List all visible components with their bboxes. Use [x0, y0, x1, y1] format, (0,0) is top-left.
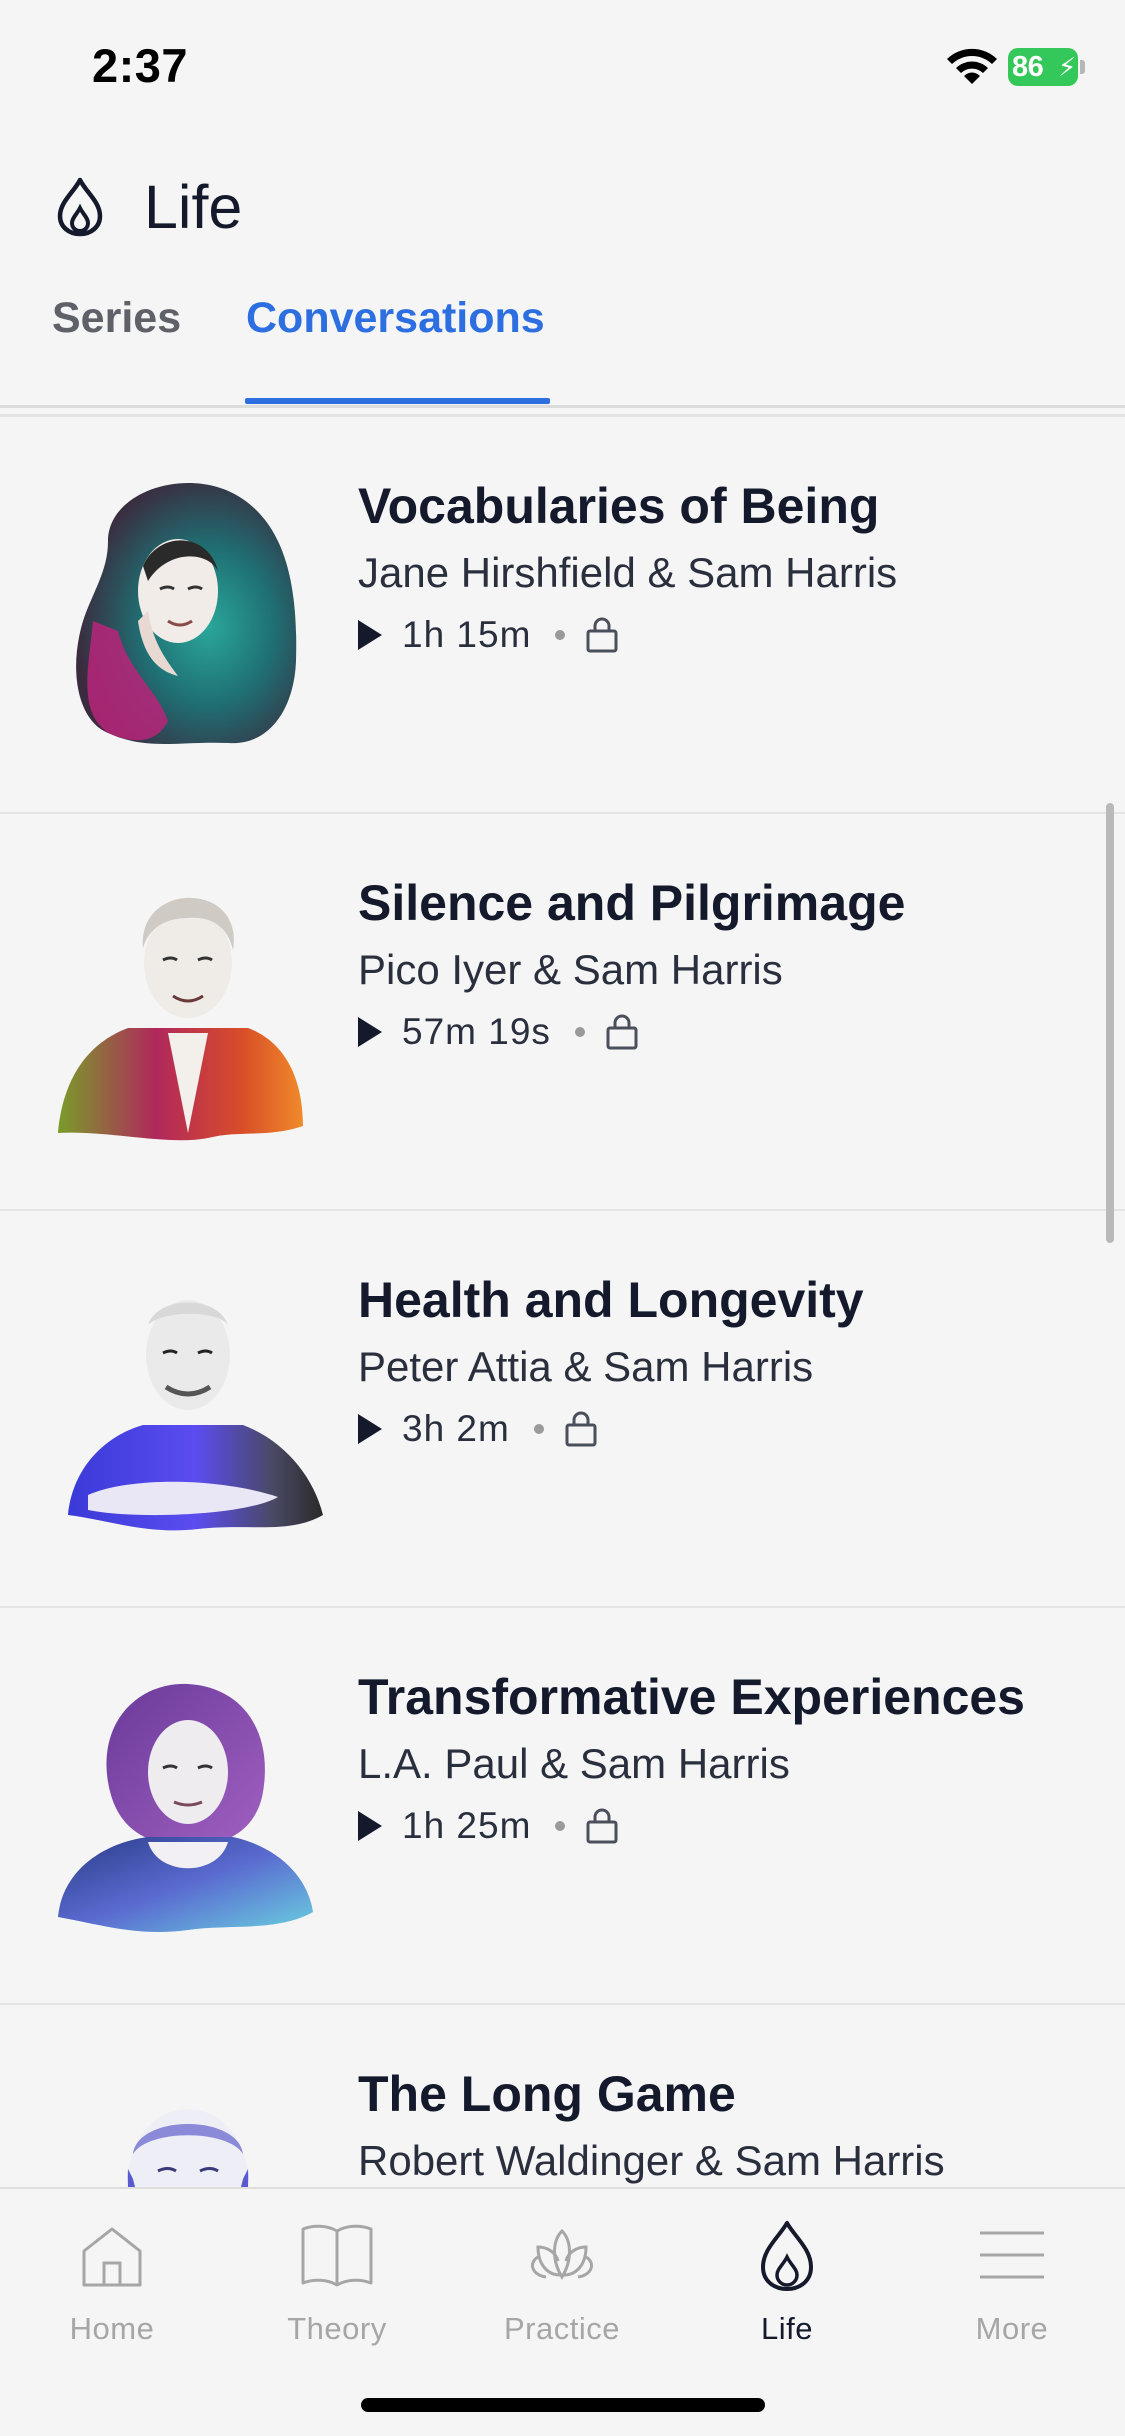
tab-practice[interactable]: Practice	[462, 2217, 662, 2377]
play-icon	[358, 1017, 382, 1047]
tab-label: Home	[69, 2311, 155, 2346]
conversation-title: The Long Game	[358, 2066, 736, 2122]
conversation-authors: L.A. Paul & Sam Harris	[358, 1740, 790, 1787]
active-tab-indicator	[245, 398, 550, 404]
conversation-item[interactable]: Transformative Experiences L.A. Paul & S…	[0, 1608, 1125, 2005]
conversation-item[interactable]: Vocabularies of Being Jane Hirshfield & …	[0, 417, 1125, 814]
tab-label: Life	[761, 2311, 813, 2346]
lock-icon	[606, 1014, 638, 1050]
scrollbar[interactable]	[1106, 803, 1114, 1243]
conversation-title: Transformative Experiences	[358, 1669, 1025, 1725]
tab-series[interactable]: Series	[52, 294, 181, 343]
conversation-authors: Pico Iyer & Sam Harris	[358, 946, 783, 993]
conversation-authors: Peter Attia & Sam Harris	[358, 1343, 814, 1390]
play-icon	[358, 1811, 382, 1841]
conversation-item[interactable]: The Long Game Robert Waldinger & Sam Har…	[0, 2005, 1125, 2187]
conversation-title: Vocabularies of Being	[358, 478, 880, 534]
segmented-tabs: Series Conversations	[0, 280, 1125, 408]
tab-label: More	[975, 2311, 1049, 2346]
tab-home[interactable]: Home	[12, 2217, 212, 2377]
duration: 57m 19s	[402, 1011, 551, 1052]
separator-dot	[574, 1027, 585, 1037]
portrait-image	[68, 1300, 323, 1531]
book-icon	[301, 2224, 373, 2287]
conversation-list[interactable]: Vocabularies of Being Jane Hirshfield & …	[0, 417, 1125, 2187]
conversation-authors: Robert Waldinger & Sam Harris	[358, 2137, 945, 2184]
conversation-item[interactable]: Health and Longevity Peter Attia & Sam H…	[0, 1211, 1125, 1608]
conversation-meta: 3h 2m	[358, 1407, 598, 1451]
menu-icon	[980, 2231, 1044, 2279]
portrait-image	[58, 897, 303, 1141]
home-icon	[82, 2227, 142, 2287]
conversation-title: Health and Longevity	[358, 1272, 864, 1328]
header: Life	[0, 160, 1125, 260]
play-icon	[358, 620, 382, 650]
conversation-meta: 1h 25m	[358, 1804, 619, 1848]
battery-level: 86	[1012, 51, 1044, 83]
separator-dot	[533, 1424, 544, 1434]
portrait-image	[127, 2109, 249, 2187]
portrait-image	[76, 483, 297, 744]
lock-icon	[586, 617, 618, 653]
lock-icon	[565, 1411, 597, 1447]
conversation-item[interactable]: Silence and Pilgrimage Pico Iyer & Sam H…	[0, 814, 1125, 1211]
duration: 3h 2m	[402, 1408, 510, 1449]
lotus-icon	[530, 2228, 594, 2280]
conversation-title: Silence and Pilgrimage	[358, 875, 906, 931]
home-indicator[interactable]	[361, 2398, 765, 2412]
separator-dot	[555, 630, 566, 640]
tab-label: Practice	[504, 2311, 620, 2346]
duration: 1h 25m	[402, 1805, 532, 1846]
status-bar: 2:37 86 ⚡	[0, 0, 1125, 130]
battery-indicator: 86 ⚡	[1008, 48, 1086, 86]
status-time: 2:37	[92, 39, 189, 92]
screen: 2:37 86 ⚡ Life Series Conversations Voca…	[0, 0, 1125, 2436]
conversation-meta: 1h 15m	[358, 613, 619, 657]
tab-theory[interactable]: Theory	[237, 2217, 437, 2377]
wifi-icon	[947, 48, 997, 84]
tab-conversations[interactable]: Conversations	[246, 294, 545, 343]
duration: 1h 15m	[402, 614, 532, 655]
tab-label: Theory	[287, 2311, 387, 2346]
flame-icon	[57, 177, 103, 237]
charging-icon: ⚡	[1058, 52, 1077, 82]
tab-more[interactable]: More	[912, 2217, 1112, 2377]
conversation-authors: Jane Hirshfield & Sam Harris	[358, 549, 898, 596]
page-title: Life	[144, 173, 243, 241]
portrait-image	[58, 1683, 313, 1933]
lock-icon	[586, 1808, 618, 1844]
flame-icon	[761, 2221, 813, 2291]
separator-dot	[555, 1821, 566, 1831]
play-icon	[358, 1414, 382, 1444]
tab-life[interactable]: Life	[687, 2217, 887, 2377]
conversation-meta: 57m 19s	[358, 1010, 639, 1054]
